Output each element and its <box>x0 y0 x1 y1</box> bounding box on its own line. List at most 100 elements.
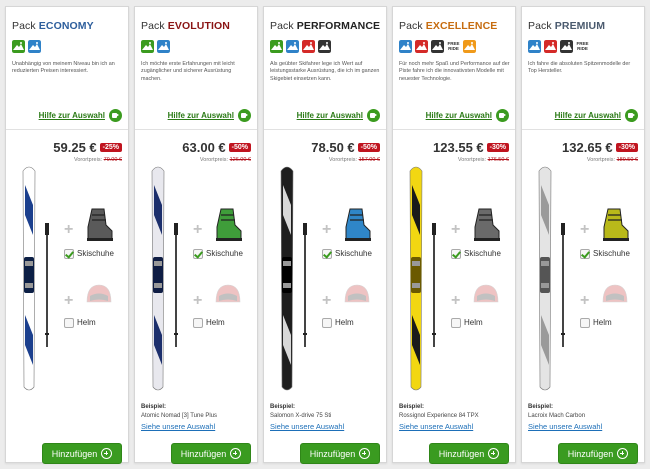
price: 132.65 € <box>562 140 613 155</box>
price: 59.25 € <box>53 140 97 155</box>
boots-checkbox[interactable] <box>193 249 203 259</box>
help-choice[interactable]: Hilfe zur Auswahl <box>168 109 251 122</box>
boots-label: Skischuhe <box>206 249 243 258</box>
freeride-icon: FREE RIDE <box>447 41 460 51</box>
ski-boot-image <box>213 207 243 243</box>
see-selection-link[interactable]: Siehe unsere Auswahl <box>141 422 215 431</box>
slope-level-icons <box>12 40 41 53</box>
helmet-image <box>342 282 372 310</box>
help-choice[interactable]: Hilfe zur Auswahl <box>555 109 638 122</box>
see-selection-link[interactable]: Siehe unsere Auswahl <box>270 422 344 431</box>
onsite-price-label: Vorortpreis: <box>73 157 103 163</box>
help-link[interactable]: Hilfe zur Auswahl <box>426 111 492 120</box>
helmet-checkbox[interactable] <box>451 318 461 328</box>
helmet-checkbox[interactable] <box>64 318 74 328</box>
pack-word: Pack <box>399 20 423 32</box>
pack-card: Pack PREMIUM FREE RIDE Ich fahre die absol… <box>521 6 645 464</box>
slope-blue-icon <box>528 40 541 53</box>
helmet-label: Helm <box>593 318 612 327</box>
example-model: Rossignol Experience 84 TPX <box>399 413 479 419</box>
video-icon[interactable] <box>238 109 251 122</box>
ski-boot-image <box>471 207 501 243</box>
pack-title: Pack EXCELLENCE <box>399 20 497 32</box>
boots-checkbox[interactable] <box>64 249 74 259</box>
slope-level-icons <box>141 40 170 53</box>
pack-word: Pack <box>528 20 552 32</box>
pack-name: PERFORMANCE <box>296 20 381 32</box>
video-icon[interactable] <box>496 109 509 122</box>
onsite-price-label: Vorortpreis: <box>199 157 229 163</box>
help-link[interactable]: Hilfe zur Auswahl <box>297 111 363 120</box>
add-button[interactable]: Hinzufügen <box>171 443 251 464</box>
example-model: Lacroix Mach Carbon <box>528 413 586 419</box>
help-choice[interactable]: Hilfe zur Auswahl <box>297 109 380 122</box>
onsite-price-value: 157.00 € <box>358 157 380 163</box>
add-button[interactable]: Hinzufügen <box>42 443 122 464</box>
helmet-checkbox[interactable] <box>193 318 203 328</box>
see-selection-link[interactable]: Siehe unsere Auswahl <box>399 422 473 431</box>
onsite-price: Vorortpreis: 157.00 € <box>329 157 380 163</box>
slope-red-icon <box>544 40 557 53</box>
example-label: Beispiel: <box>528 404 554 410</box>
slope-blue-icon <box>157 40 170 53</box>
ski-pole-image <box>174 223 178 347</box>
onsite-price-value: 79.00 € <box>103 157 122 163</box>
example-model: Salomon X-drive 75 Sti <box>270 413 332 419</box>
add-button-label: Hinzufügen <box>438 448 485 459</box>
help-link[interactable]: Hilfe zur Auswahl <box>168 111 234 120</box>
price-row: 132.65 € -30% <box>562 140 638 155</box>
add-button-label: Hinzufügen <box>309 448 356 459</box>
help-link[interactable]: Hilfe zur Auswahl <box>39 111 105 120</box>
onsite-price-value: 126.00 € <box>229 157 251 163</box>
pack-description: Unabhängig von meinem Niveau bin ich an … <box>12 61 115 75</box>
example-label: Beispiel: <box>270 404 296 410</box>
see-selection-link[interactable]: Siehe unsere Auswahl <box>528 422 602 431</box>
boots-checkbox[interactable] <box>580 249 590 259</box>
slope-red-icon <box>302 40 315 53</box>
onsite-price-label: Vorortpreis: <box>586 157 616 163</box>
onsite-price: Vorortpreis: 126.00 € <box>200 157 251 163</box>
plus-circle-icon <box>101 448 113 459</box>
video-icon[interactable] <box>109 109 122 122</box>
onsite-price-value: 176.50 € <box>487 157 509 163</box>
help-link[interactable]: Hilfe zur Auswahl <box>555 111 621 120</box>
slope-black-icon <box>431 40 444 53</box>
slope-black-icon <box>318 40 331 53</box>
helmet-label: Helm <box>335 318 354 327</box>
helmet-checkbox[interactable] <box>580 318 590 328</box>
ski-image <box>148 165 168 393</box>
freeride-icon: FREE RIDE <box>576 41 589 51</box>
price: 123.55 € <box>433 140 484 155</box>
help-choice[interactable]: Hilfe zur Auswahl <box>426 109 509 122</box>
pack-description: Ich fahre die absoluten Spitzenmodelle d… <box>528 61 631 75</box>
helmet-image <box>213 282 243 310</box>
ski-image <box>535 165 555 393</box>
pack-card: Pack ECONOMY Unabhängig von meinem Niveau… <box>5 6 129 464</box>
slope-blue-icon <box>28 40 41 53</box>
boots-checkbox[interactable] <box>322 249 332 259</box>
helmet-checkbox[interactable] <box>322 318 332 328</box>
slope-level-icons: FREE RIDE <box>399 40 476 53</box>
help-choice[interactable]: Hilfe zur Auswahl <box>39 109 122 122</box>
slope-blue-icon <box>286 40 299 53</box>
add-button[interactable]: Hinzufügen <box>429 443 509 464</box>
add-button[interactable]: Hinzufügen <box>300 443 380 464</box>
pack-title: Pack PERFORMANCE <box>270 20 380 32</box>
video-icon[interactable] <box>367 109 380 122</box>
price-row: 78.50 € -50% <box>311 140 380 155</box>
helmet-image <box>471 282 501 310</box>
helmet-image <box>84 282 114 310</box>
divider <box>393 129 515 130</box>
plus-icon: + <box>193 292 203 309</box>
pack-word: Pack <box>270 20 294 32</box>
price: 78.50 € <box>311 140 355 155</box>
plus-circle-icon <box>359 448 371 459</box>
ski-boot-image <box>84 207 114 243</box>
pack-name: EVOLUTION <box>167 20 230 32</box>
video-icon[interactable] <box>625 109 638 122</box>
ski-boot-image <box>342 207 372 243</box>
boots-checkbox[interactable] <box>451 249 461 259</box>
add-button[interactable]: Hinzufügen <box>558 443 638 464</box>
ski-pole-image <box>561 223 565 347</box>
pack-name: EXCELLENCE <box>425 20 498 32</box>
